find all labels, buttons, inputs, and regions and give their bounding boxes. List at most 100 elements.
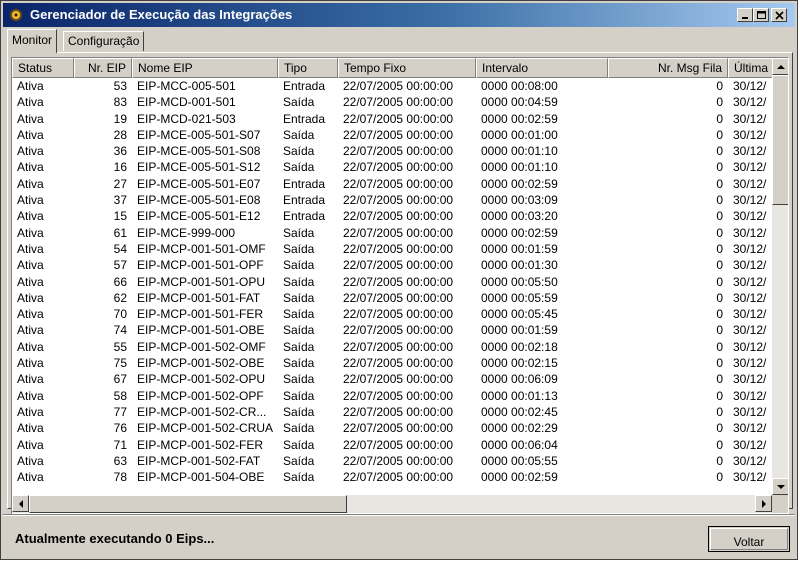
cell-nome-eip: EIP-MCP-001-501-OPU	[137, 274, 266, 289]
cell-nome-eip: EIP-MCP-001-501-OPF	[137, 258, 264, 273]
cell-tempo-fixo: 22/07/2005 00:00:00	[343, 307, 454, 322]
cell-nr-eip: 58	[113, 388, 127, 403]
vertical-scroll-thumb[interactable]	[772, 75, 788, 205]
cell-nome-eip: EIP-MCP-001-501-FAT	[137, 290, 261, 305]
cell-nome-eip: EIP-MCE-005-501-E07	[137, 176, 261, 191]
minimize-button[interactable]	[737, 8, 753, 22]
header-tempo-fixo[interactable]: Tempo Fixo	[338, 58, 476, 78]
cell-intervalo: 0000 00:02:59	[481, 225, 558, 240]
header-nr-eip[interactable]: Nr. EIP	[74, 58, 132, 78]
table-row[interactable]: Ativa 63 EIP-MCP-001-502-FAT Saída 22/07/200…	[12, 453, 772, 469]
cell-nr-eip: 57	[113, 258, 127, 273]
maximize-icon	[757, 11, 766, 19]
table-row[interactable]: Ativa 67 EIP-MCP-001-502-OPU Saída 22/07/200…	[12, 371, 772, 387]
scroll-right-button[interactable]	[755, 495, 772, 512]
scroll-down-button[interactable]	[772, 478, 788, 495]
header-nr-msg-fila[interactable]: Nr. Msg Fila	[608, 58, 728, 78]
table-row[interactable]: Ativa 70 EIP-MCP-001-501-FER Saída 22/07/200…	[12, 306, 772, 322]
scroll-up-button[interactable]	[772, 58, 788, 75]
cell-status: Ativa	[17, 437, 44, 452]
cell-status: Ativa	[17, 290, 44, 305]
cell-nome-eip: EIP-MCE-005-501-S07	[137, 127, 261, 142]
horizontal-scrollbar[interactable]	[12, 495, 772, 513]
cell-intervalo: 0000 00:02:59	[481, 176, 558, 191]
cell-ultima: 30/12/	[733, 160, 767, 175]
cell-nome-eip: EIP-MCD-021-503	[137, 111, 236, 126]
cell-nr-eip: 77	[113, 404, 127, 419]
scroll-left-button[interactable]	[12, 495, 29, 512]
cell-nr-msg-fila: 0	[716, 160, 723, 175]
cell-intervalo: 0000 00:02:15	[481, 356, 558, 371]
table-row[interactable]: Ativa 55 EIP-MCP-001-502-OMF Saída 22/07/200…	[12, 339, 772, 355]
close-button[interactable]	[771, 8, 787, 22]
tab-configuracao[interactable]: Configuração	[63, 31, 145, 51]
header-status[interactable]: Status	[12, 58, 74, 78]
cell-tempo-fixo: 22/07/2005 00:00:00	[343, 356, 454, 371]
cell-intervalo: 0000 00:01:00	[481, 127, 558, 142]
table-row[interactable]: Ativa 62 EIP-MCP-001-501-FAT Saída 22/07/200…	[12, 290, 772, 306]
cell-nr-msg-fila: 0	[716, 274, 723, 289]
table-row[interactable]: Ativa 15 EIP-MCE-005-501-E12 Entrada 22/07/2…	[12, 208, 772, 224]
header-tipo[interactable]: Tipo	[278, 58, 338, 78]
cell-tipo: Saída	[283, 453, 315, 468]
table-row[interactable]: Ativa 19 EIP-MCD-021-503 Entrada 22/07/2005 …	[12, 111, 772, 127]
tab-monitor[interactable]: Monitor	[7, 29, 58, 53]
arrow-down-icon	[777, 485, 785, 489]
table-row[interactable]: Ativa 77 EIP-MCP-001-502-CR... Saída 22/07/2…	[12, 404, 772, 420]
maximize-button[interactable]	[753, 8, 769, 22]
table-row[interactable]: Ativa 78 EIP-MCP-001-504-OBE Saída 22/07/200…	[12, 469, 772, 485]
cell-intervalo: 0000 00:05:45	[481, 307, 558, 322]
table-row[interactable]: Ativa 58 EIP-MCP-001-502-OPF Saída 22/07/200…	[12, 388, 772, 404]
voltar-button[interactable]: Voltar	[708, 526, 790, 552]
list-rows: Ativa 53 EIP-MCC-005-501 Entrada 22/07/2005 …	[12, 78, 772, 494]
table-row[interactable]: Ativa 37 EIP-MCE-005-501-E08 Entrada 22/07/2…	[12, 192, 772, 208]
vertical-scrollbar[interactable]	[772, 58, 788, 495]
table-row[interactable]: Ativa 53 EIP-MCC-005-501 Entrada 22/07/2005 …	[12, 78, 772, 94]
title-bar[interactable]: Gerenciador de Execução das Integrações	[3, 3, 795, 27]
table-row[interactable]: Ativa 74 EIP-MCP-001-501-OBE Saída 22/07/200…	[12, 322, 772, 338]
table-row[interactable]: Ativa 83 EIP-MCD-001-501 Saída 22/07/2005 00…	[12, 94, 772, 110]
table-row[interactable]: Ativa 71 EIP-MCP-001-502-FER Saída 22/07/200…	[12, 437, 772, 453]
cell-nr-eip: 28	[113, 127, 127, 142]
table-row[interactable]: Ativa 57 EIP-MCP-001-501-OPF Saída 22/07/200…	[12, 257, 772, 273]
header-nome-eip[interactable]: Nome EIP	[132, 58, 278, 78]
table-row[interactable]: Ativa 27 EIP-MCE-005-501-E07 Entrada 22/07/2…	[12, 176, 772, 192]
cell-tipo: Saída	[283, 225, 315, 240]
app-gear-icon[interactable]	[8, 7, 24, 23]
cell-nome-eip: EIP-MCP-001-504-OBE	[137, 470, 265, 485]
table-row[interactable]: Ativa 16 EIP-MCE-005-501-S12 Saída 22/07/200…	[12, 159, 772, 175]
cell-nr-msg-fila: 0	[716, 388, 723, 403]
cell-status: Ativa	[17, 95, 44, 110]
table-row[interactable]: Ativa 54 EIP-MCP-001-501-OMF Saída 22/07/200…	[12, 241, 772, 257]
cell-intervalo: 0000 00:02:29	[481, 421, 558, 436]
cell-tipo: Saída	[283, 404, 315, 419]
arrow-right-icon	[762, 500, 766, 508]
cell-nr-msg-fila: 0	[716, 421, 723, 436]
cell-ultima: 30/12/	[733, 339, 767, 354]
table-row[interactable]: Ativa 36 EIP-MCE-005-501-S08 Saída 22/07/200…	[12, 143, 772, 159]
horizontal-scroll-thumb[interactable]	[29, 495, 347, 513]
cell-ultima: 30/12/	[733, 470, 767, 485]
table-row[interactable]: Ativa 61 EIP-MCE-999-000 Saída 22/07/2005 00…	[12, 225, 772, 241]
table-row[interactable]: Ativa 28 EIP-MCE-005-501-S07 Saída 22/07/200…	[12, 127, 772, 143]
cell-status: Ativa	[17, 388, 44, 403]
table-row[interactable]: Ativa 75 EIP-MCP-001-502-OBE Saída 22/07/200…	[12, 355, 772, 371]
cell-intervalo: 0000 00:08:00	[481, 79, 558, 93]
eip-list-view[interactable]: Status Nr. EIP Nome EIP Tipo Tempo Fixo Inter…	[11, 57, 789, 516]
cell-tempo-fixo: 22/07/2005 00:00:00	[343, 372, 454, 387]
arrow-up-icon	[777, 65, 785, 69]
cell-ultima: 30/12/	[733, 225, 767, 240]
header-intervalo[interactable]: Intervalo	[476, 58, 608, 78]
main-window: Gerenciador de Execução das Integrações …	[0, 0, 798, 560]
cell-nr-eip: 54	[113, 241, 127, 256]
cell-tempo-fixo: 22/07/2005 00:00:00	[343, 339, 454, 354]
cell-tempo-fixo: 22/07/2005 00:00:00	[343, 176, 454, 191]
table-row[interactable]: Ativa 66 EIP-MCP-001-501-OPU Saída 22/07/200…	[12, 274, 772, 290]
cell-nr-eip: 27	[113, 176, 127, 191]
cell-status: Ativa	[17, 176, 44, 191]
cell-tempo-fixo: 22/07/2005 00:00:00	[343, 79, 454, 93]
table-row[interactable]: Ativa 76 EIP-MCP-001-502-CRUA Saída 22/07/20…	[12, 420, 772, 436]
cell-status: Ativa	[17, 241, 44, 256]
close-icon	[775, 11, 784, 20]
cell-tipo: Saída	[283, 95, 315, 110]
